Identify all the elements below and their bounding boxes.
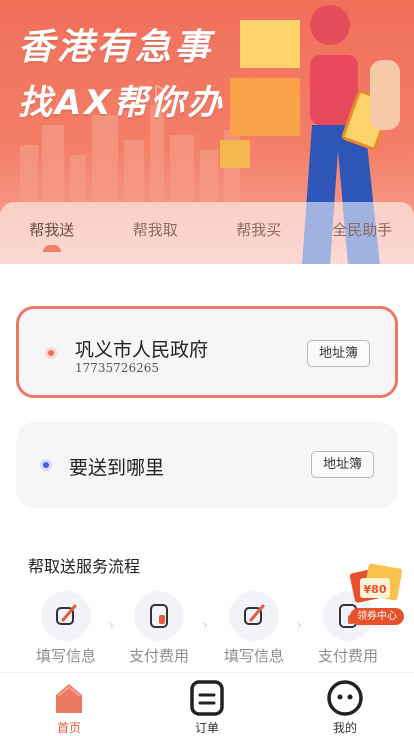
tab-help-buy[interactable]: 帮我买 xyxy=(207,202,311,264)
pay-icon xyxy=(134,591,184,641)
nav-orders-label: 订单 xyxy=(194,721,219,735)
nav-orders[interactable]: 订单 xyxy=(138,673,276,736)
order-icon xyxy=(190,680,224,716)
sender-name: 巩义市人民政府 xyxy=(75,339,209,361)
tab-label: 帮我送 xyxy=(29,221,75,239)
coupon-ticket-icon: ¥80 xyxy=(349,563,403,603)
service-flow-title: 帮取送服务流程 xyxy=(28,557,141,576)
flow-step: 填写信息 xyxy=(214,591,294,666)
tab-label: 帮我取 xyxy=(132,221,178,239)
receiver-dot-icon xyxy=(40,459,52,471)
coupon-center-button[interactable]: ¥80 领券中心 xyxy=(346,560,406,628)
tab-label: 全民助手 xyxy=(332,221,393,239)
app-page: 香港有急事 找AX帮你办 帮我送 帮我取 帮我买 全民助手 巩义市人民政府 17… xyxy=(0,0,414,736)
banner-title-line2: 找AX帮你办 xyxy=(18,83,225,123)
tab-help-send[interactable]: 帮我送 xyxy=(0,202,104,264)
sender-address-book-button[interactable]: 地址簿 xyxy=(307,340,370,367)
sender-dot-icon xyxy=(45,347,57,359)
receiver-address-book-button[interactable]: 地址簿 xyxy=(311,451,374,478)
flow-step-label: 填写信息 xyxy=(35,647,96,665)
sender-address-card[interactable]: 巩义市人民政府 17735726265 地址簿 xyxy=(16,306,398,398)
flow-step-label: 支付费用 xyxy=(128,647,189,665)
edit-icon xyxy=(229,591,279,641)
sender-phone: 17735726265 xyxy=(75,361,159,375)
receiver-placeholder: 要送到哪里 xyxy=(69,457,165,479)
flow-step-label: 填写信息 xyxy=(223,647,284,665)
tab-label: 帮我买 xyxy=(236,221,282,239)
nav-home[interactable]: 首页 xyxy=(0,673,138,736)
tab-help-pickup[interactable]: 帮我取 xyxy=(104,202,208,264)
service-tabs: 帮我送 帮我取 帮我买 全民助手 xyxy=(0,202,414,264)
profile-icon xyxy=(327,680,363,716)
coupon-amount: ¥80 xyxy=(364,583,387,596)
flow-step: 支付费用 xyxy=(119,591,199,666)
flow-step: 填写信息 xyxy=(26,591,106,666)
active-tab-indicator xyxy=(42,245,61,252)
receiver-address-card[interactable]: 要送到哪里 地址簿 xyxy=(16,422,398,508)
tab-community-helper[interactable]: 全民助手 xyxy=(311,202,414,264)
coupon-label: 领券中心 xyxy=(350,608,404,625)
edit-icon xyxy=(41,591,91,641)
flow-arrow-icon: › xyxy=(297,618,302,632)
flow-arrow-icon: › xyxy=(109,618,114,632)
nav-profile[interactable]: 我的 xyxy=(276,673,414,736)
nav-home-label: 首页 xyxy=(56,721,81,735)
bottom-nav: 首页 订单 我的 xyxy=(0,672,414,736)
flow-step-label: 支付费用 xyxy=(317,647,378,665)
home-icon xyxy=(56,684,82,713)
flow-arrow-icon: › xyxy=(203,618,208,632)
banner-title-line1: 香港有急事 xyxy=(18,27,214,68)
nav-profile-label: 我的 xyxy=(332,721,357,735)
